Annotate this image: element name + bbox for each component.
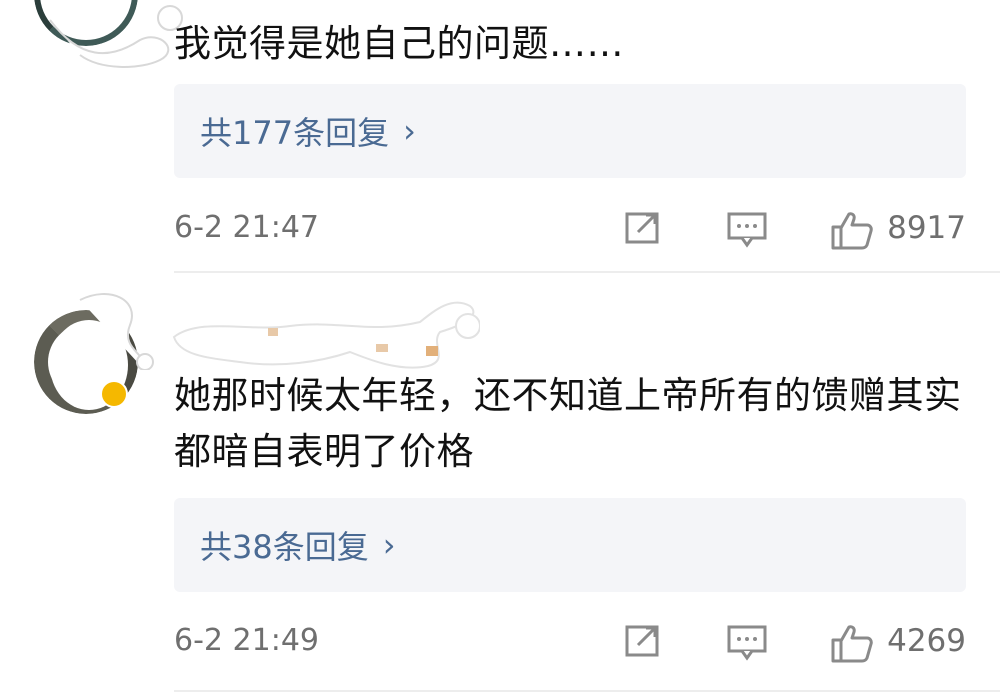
timestamp: 6-2 21:49	[174, 623, 319, 658]
redaction-scribble	[79, 293, 154, 370]
redaction-scribble	[49, 5, 183, 68]
replies-label: 共38条回复	[200, 528, 369, 566]
share-icon[interactable]	[624, 623, 664, 659]
like-count: 8917	[887, 210, 966, 246]
comment-meta: 6-2 21:47 8917	[174, 208, 966, 250]
comment-icon[interactable]	[726, 210, 768, 248]
share-icon[interactable]	[624, 210, 664, 246]
comment-text: 我觉得是她自己的问题……	[174, 22, 624, 65]
thumbs-up-icon[interactable]	[830, 623, 874, 663]
comment-item: 我觉得是她自己的问题…… 共177条回复 › 6-2 21:47 8917	[0, 0, 1000, 273]
view-replies-button[interactable]: 共38条回复 ›	[174, 498, 966, 592]
nickname-redaction	[172, 301, 480, 369]
view-replies-button[interactable]: 共177条回复 ›	[174, 84, 966, 178]
comment-meta: 6-2 21:49 4269	[174, 621, 966, 663]
comment-text: 她那时候太年轻，还不知道上帝所有的馈赠其实都暗自表明了价格	[174, 374, 962, 473]
comment-icon[interactable]	[726, 623, 768, 661]
timestamp: 6-2 21:47	[174, 210, 319, 245]
verified-badge-icon	[100, 380, 128, 408]
chevron-right-icon: ›	[382, 526, 396, 564]
replies-label: 共177条回复	[200, 114, 390, 152]
like-count: 4269	[887, 623, 966, 659]
comment-item: 她那时候太年轻，还不知道上帝所有的馈赠其实都暗自表明了价格 共38条回复 › 6…	[0, 272, 1000, 692]
thumbs-up-icon[interactable]	[830, 210, 874, 250]
chevron-right-icon: ›	[403, 112, 416, 150]
